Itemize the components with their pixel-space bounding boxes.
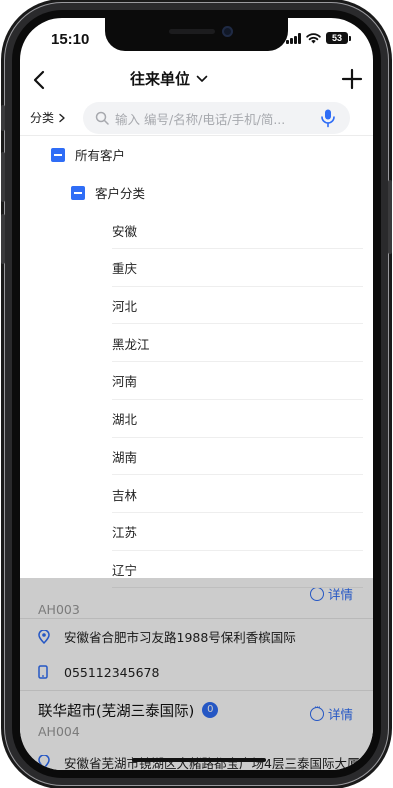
tree-node-label: 吉林 [112,487,138,503]
tree-node-label: 重庆 [112,261,138,277]
more-icon [309,583,324,601]
signal-icon [286,32,301,44]
front-camera [222,26,233,37]
detail-button[interactable]: 详情 [309,703,353,723]
customer-list: AH003 详情 安徽省合肥市习友路1988号保利香槟国际 0551123456… [20,580,373,770]
phone-icon [38,665,48,679]
volume-down-button [1,214,5,264]
tree-node-region[interactable]: 湖北 [20,400,373,438]
tree-node-label: 客户分类 [95,186,146,202]
customer-code: AH003 [38,602,80,617]
search-placeholder: 输入 编号/名称/电话/手机/简... [115,111,286,127]
nav-bar: 往来单位 [20,60,373,100]
tree-node-region[interactable]: 湖南 [20,438,373,476]
title-dropdown[interactable]: 往来单位 [130,68,208,89]
more-icon [309,703,324,721]
tree-node-label: 所有客户 [75,148,126,164]
speaker-grille [169,29,215,34]
home-indicator[interactable] [132,758,266,762]
search-icon [95,111,109,125]
category-filter-button[interactable]: 分类 [30,109,66,126]
detail-label: 详情 [327,707,353,722]
collapse-icon[interactable] [51,147,65,162]
tree-node-region[interactable]: 黑龙江 [20,324,373,362]
tree-node-label: 河北 [112,299,138,315]
category-tree: 所有客户 客户分类 安徽 重庆 河北 黑龙江 河南 湖北 湖南 吉林 江苏 辽宁 [20,136,373,589]
microphone-icon[interactable] [318,108,338,128]
wifi-icon [306,32,321,43]
customer-code: AH004 [38,723,80,739]
chevron-down-icon [196,75,208,82]
count-badge: 0 [202,702,219,718]
status-icons: 53 [286,32,351,44]
customer-address: 安徽省合肥市习友路1988号保利香槟国际 [64,630,296,645]
tree-node-group[interactable]: 客户分类 [20,174,373,212]
tree-node-label: 湖北 [112,412,138,428]
divider [20,690,373,691]
tree-node-label: 江苏 [112,525,138,541]
collapse-icon[interactable] [71,185,85,200]
code-row: AH004 [20,722,373,740]
volume-up-button [1,152,5,202]
notch [105,18,288,51]
tree-node-label: 黑龙江 [112,336,150,352]
customer-name: 联华超市(芜湖三泰国际) [38,703,195,720]
tree-node-label: 辽宁 [112,562,138,578]
battery-level: 53 [326,32,348,44]
tree-node-root[interactable]: 所有客户 [20,136,373,174]
list-item[interactable]: AH003 详情 [20,583,373,618]
status-time: 15:10 [51,31,90,48]
tree-node-region[interactable]: 河南 [20,362,373,400]
category-label: 分类 [30,111,55,125]
customer-phone: 055112345678 [64,664,160,680]
chevron-right-icon [59,113,65,122]
location-pin-icon [38,629,50,644]
search-row: 分类 输入 编号/名称/电话/手机/简... [20,100,373,136]
tree-node-label: 安徽 [112,223,138,239]
search-input[interactable]: 输入 编号/名称/电话/手机/简... [83,102,350,134]
add-icon[interactable] [337,64,367,94]
list-item[interactable]: 联华超市(芜湖三泰国际) 0 详情 [20,698,373,722]
app-screen: 15:10 53 往来单位 分类 输入 编号/名称/电话/手机/简... AH0… [20,18,373,770]
tree-node-region[interactable]: 安徽 [20,211,373,249]
power-button [388,180,392,254]
address-row: 安徽省合肥市习友路1988号保利香槟国际 [20,618,373,654]
tree-node-region[interactable]: 河北 [20,287,373,325]
battery-icon: 53 [326,32,351,44]
mute-switch [1,105,5,131]
tree-node-label: 湖南 [112,449,138,465]
tree-node-label: 河南 [112,374,138,390]
phone-row: 055112345678 [20,654,373,690]
back-arrow-icon[interactable] [26,66,54,94]
tree-node-region[interactable]: 江苏 [20,513,373,551]
page-title: 往来单位 [130,70,191,88]
tree-node-region[interactable]: 吉林 [20,475,373,513]
tree-node-region[interactable]: 辽宁 [20,551,373,589]
location-pin-icon [38,755,50,769]
tree-node-region[interactable]: 重庆 [20,249,373,287]
